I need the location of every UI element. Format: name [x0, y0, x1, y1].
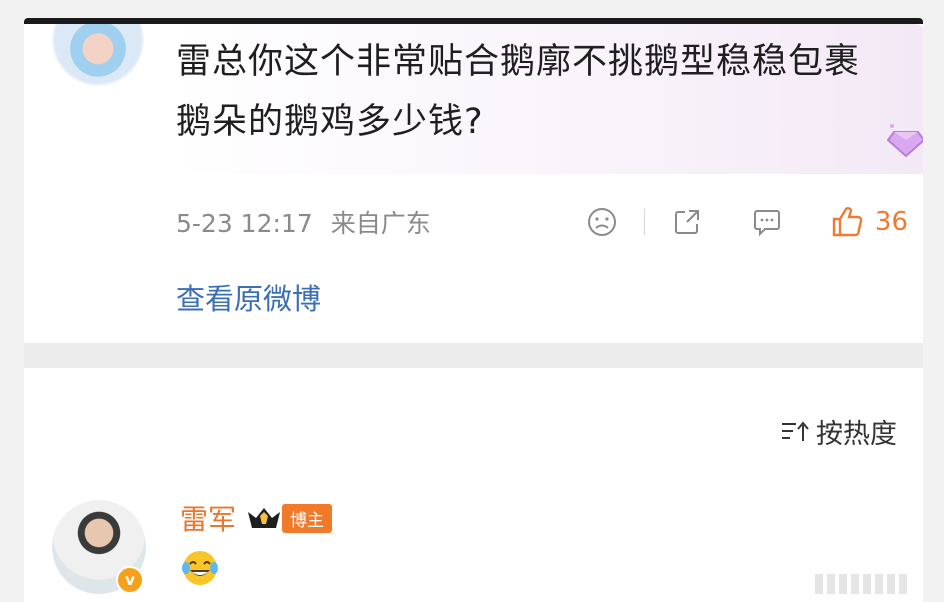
- reply-user-row: 雷军 博主: [180, 498, 333, 538]
- comment-icon: [753, 210, 780, 237]
- sort-icon: [782, 420, 809, 441]
- reply-button[interactable]: [747, 202, 787, 242]
- verified-badge-icon: v: [116, 566, 144, 594]
- section-separator: [24, 343, 923, 368]
- view-original-link[interactable]: 查看原微博: [176, 276, 321, 318]
- comment-meta-row: 5-23 12:17 来自广东 36: [176, 202, 908, 242]
- watermark: [815, 574, 907, 594]
- reply-username[interactable]: 雷军: [180, 498, 236, 538]
- like-button[interactable]: [827, 202, 867, 242]
- share-icon: [674, 210, 699, 234]
- crown-icon: [248, 508, 281, 528]
- owner-badge: 博主: [282, 503, 333, 533]
- original-comment-card: 雷总你这个非常贴合鹅廓不挑鹅型稳稳包裹鹅朵的鹅鸡多少钱? 5-23 12:17 …: [24, 18, 923, 343]
- comment-location: 来自广东: [330, 209, 431, 238]
- replies-section: 按热度 v 雷军 博主: [24, 368, 923, 602]
- dislike-button[interactable]: [582, 202, 622, 242]
- comment-text: 雷总你这个非常贴合鹅廓不挑鹅型稳稳包裹鹅朵的鹅鸡多少钱?: [176, 42, 861, 142]
- sort-label: 按热度: [816, 419, 897, 450]
- sad-face-icon: [587, 208, 616, 236]
- comment-time-location: 5-23 12:17 来自广东: [176, 204, 431, 240]
- comment-timestamp: 5-23 12:17: [176, 209, 313, 238]
- like-count: 36: [874, 207, 908, 237]
- action-divider: [643, 209, 645, 235]
- diamond-icon: [886, 124, 923, 158]
- share-button[interactable]: [667, 202, 707, 242]
- comment-actions: 36: [582, 202, 908, 242]
- sort-toggle[interactable]: 按热度: [780, 412, 897, 451]
- thumbs-up-icon: [832, 207, 863, 237]
- commenter-avatar[interactable]: [52, 24, 144, 86]
- laughing-tears-emoji-icon: [182, 551, 218, 585]
